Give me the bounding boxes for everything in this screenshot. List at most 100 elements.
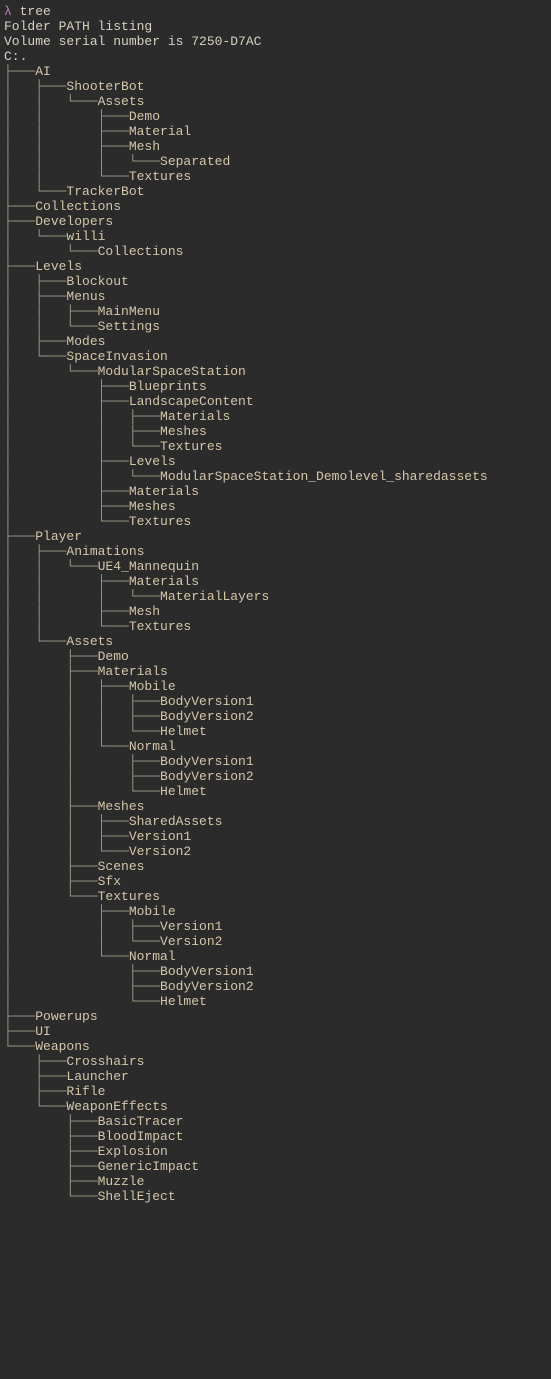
- tree-prefix: │ │ ├───: [4, 769, 160, 784]
- tree-prefix: ├───: [4, 1129, 98, 1144]
- tree-prefix: │ │ ├───: [4, 574, 129, 589]
- tree-folder-name: MaterialLayers: [160, 589, 269, 604]
- tree-prefix: ├───: [4, 214, 35, 229]
- tree-prefix: │ ├───: [4, 664, 98, 679]
- tree-folder-name: Settings: [98, 319, 160, 334]
- tree-prefix: ├───: [4, 1084, 66, 1099]
- tree-folder-name: Modes: [66, 334, 105, 349]
- terminal-output: λ tree Folder PATH listing Volume serial…: [0, 0, 551, 1212]
- tree-prefix: │ │ └───: [4, 934, 160, 949]
- tree-prefix: │ └───: [4, 514, 129, 529]
- tree-prefix: │ │ └───: [4, 439, 160, 454]
- tree-folder-name: WeaponEffects: [66, 1099, 167, 1114]
- tree-folder-name: Mesh: [129, 139, 160, 154]
- tree-folder-name: Demo: [98, 649, 129, 664]
- tree-folder-name: Levels: [35, 259, 82, 274]
- tree-prefix: │ │ ├───: [4, 409, 160, 424]
- tree-folder-name: UE4_Mannequin: [98, 559, 199, 574]
- tree-folder-name: BodyVersion1: [160, 964, 254, 979]
- tree-prefix: ├───: [4, 1024, 35, 1039]
- tree-folder-name: BodyVersion2: [160, 979, 254, 994]
- tree-prefix: └───: [4, 1099, 66, 1114]
- tree-folder-name: Levels: [129, 454, 176, 469]
- tree-folder-name: BodyVersion2: [160, 709, 254, 724]
- tree-prefix: │ └───: [4, 229, 66, 244]
- tree-prefix: │ ├───: [4, 499, 129, 514]
- prompt-command: tree: [20, 4, 51, 19]
- tree-folder-name: Sfx: [98, 874, 121, 889]
- tree-prefix: │ ├───: [4, 979, 160, 994]
- tree-folder-name: TrackerBot: [66, 184, 144, 199]
- tree-prefix: │ │ ├───: [4, 124, 129, 139]
- tree-prefix: │ │ └───: [4, 169, 129, 184]
- tree-prefix: │ │ │ ├───: [4, 709, 160, 724]
- tree-folder-name: Version1: [160, 919, 222, 934]
- tree-folder-name: Explosion: [98, 1144, 168, 1159]
- tree-prefix: ├───: [4, 1114, 98, 1129]
- tree-folder-name: Materials: [160, 409, 230, 424]
- tree-folder-name: SpaceInvasion: [66, 349, 167, 364]
- tree-folder-name: Version2: [160, 934, 222, 949]
- tree-folder-name: Player: [35, 529, 82, 544]
- tree-folder-name: Demo: [129, 109, 160, 124]
- tree-folder-name: Scenes: [98, 859, 145, 874]
- tree-prefix: │ └───: [4, 184, 66, 199]
- tree-prefix: │ │ │ ├───: [4, 694, 160, 709]
- tree-prefix: │ │ └───: [4, 559, 98, 574]
- tree-prefix: │ └───: [4, 244, 98, 259]
- tree-prefix: │ │ └───: [4, 469, 160, 484]
- tree-prefix: │ └───: [4, 364, 98, 379]
- tree-prefix: │ └───: [4, 949, 129, 964]
- tree-folder-name: Mobile: [129, 679, 176, 694]
- tree-folder-name: ShellEject: [98, 1189, 176, 1204]
- tree-folder-name: Crosshairs: [66, 1054, 144, 1069]
- tree-folder-name: Collections: [35, 199, 121, 214]
- tree-folder-name: Muzzle: [98, 1174, 145, 1189]
- tree-folder-name: Materials: [98, 664, 168, 679]
- tree-prefix: │ ├───: [4, 274, 66, 289]
- tree-folder-name: BodyVersion2: [160, 769, 254, 784]
- tree-prefix: ├───: [4, 1144, 98, 1159]
- tree-prefix: │ ├───: [4, 379, 129, 394]
- tree-prefix: │ ├───: [4, 334, 66, 349]
- tree-folder-name: Helmet: [160, 994, 207, 1009]
- tree-prefix: │ │ └───: [4, 844, 129, 859]
- tree-folder-name: Menus: [66, 289, 105, 304]
- tree-prefix: │ └───: [4, 994, 160, 1009]
- tree-folder-name: Normal: [129, 949, 176, 964]
- tree-folder-name: AI: [35, 64, 51, 79]
- tree-folder-name: Textures: [98, 889, 160, 904]
- tree-prefix: │ │ ├───: [4, 754, 160, 769]
- tree-folder-name: Meshes: [129, 499, 176, 514]
- tree-prefix: │ ├───: [4, 799, 98, 814]
- tree-prefix: │ │ ├───: [4, 304, 98, 319]
- prompt-symbol: λ: [4, 4, 12, 19]
- tree-folder-name: Version1: [129, 829, 191, 844]
- tree-folder-name: Meshes: [160, 424, 207, 439]
- tree-folder-name: Helmet: [160, 784, 207, 799]
- tree-prefix: ├───: [4, 64, 35, 79]
- tree-folder-name: Separated: [160, 154, 230, 169]
- tree-prefix: │ ├───: [4, 79, 66, 94]
- tree-prefix: │ │ ├───: [4, 814, 129, 829]
- tree-prefix: │ │ ├───: [4, 829, 129, 844]
- tree-prefix: │ │ │ └───: [4, 724, 160, 739]
- tree-folder-name: Assets: [98, 94, 145, 109]
- tree-folder-name: Animations: [66, 544, 144, 559]
- tree-prefix: │ │ └───: [4, 94, 98, 109]
- tree-prefix: ├───: [4, 259, 35, 274]
- tree-folder-name: Textures: [129, 169, 191, 184]
- tree-prefix: │ ├───: [4, 964, 160, 979]
- tree-root: C:.: [4, 49, 27, 64]
- tree-prefix: │ │ ├───: [4, 919, 160, 934]
- tree-folder-name: Blockout: [66, 274, 128, 289]
- tree-folder-name: willi: [66, 229, 105, 244]
- tree-folder-name: Version2: [129, 844, 191, 859]
- tree-prefix: │ ├───: [4, 454, 129, 469]
- tree-folder-name: Developers: [35, 214, 113, 229]
- tree-prefix: │ ├───: [4, 904, 129, 919]
- tree-prefix: │ │ └───: [4, 784, 160, 799]
- header-line-2: Volume serial number is 7250-D7AC: [4, 34, 261, 49]
- header-line-1: Folder PATH listing: [4, 19, 152, 34]
- tree-prefix: ├───: [4, 1174, 98, 1189]
